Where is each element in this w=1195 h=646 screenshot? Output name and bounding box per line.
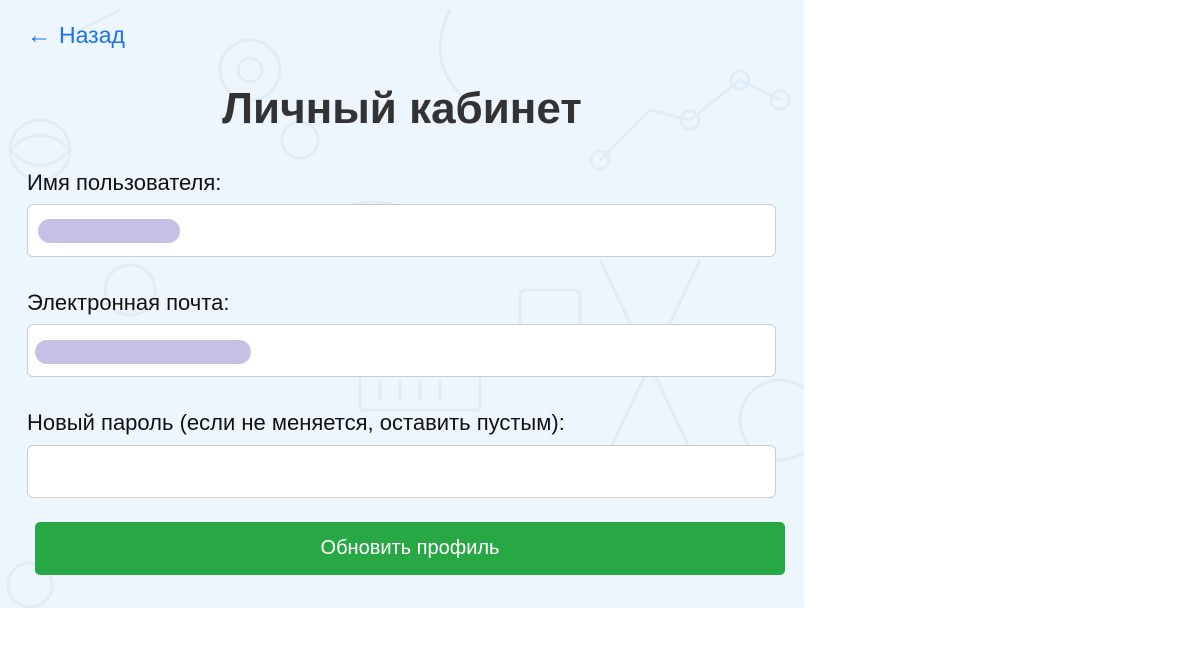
update-profile-button[interactable]: Обновить профиль [35,522,785,575]
page-title: Личный кабинет [222,84,582,133]
email-redaction [35,340,251,364]
new-password-label: Новый пароль (если не меняется, оставить… [27,410,565,435]
username-redaction [38,219,180,243]
username-label: Имя пользователя: [27,170,222,195]
left-arrow-icon: ← [27,21,51,49]
profile-panel: ← Назад Личный кабинет Имя пользователя:… [0,0,804,608]
new-password-input[interactable] [27,445,776,498]
back-link[interactable]: ← Назад [27,22,125,49]
email-label: Электронная почта: [27,290,230,315]
back-link-label: Назад [59,22,125,48]
